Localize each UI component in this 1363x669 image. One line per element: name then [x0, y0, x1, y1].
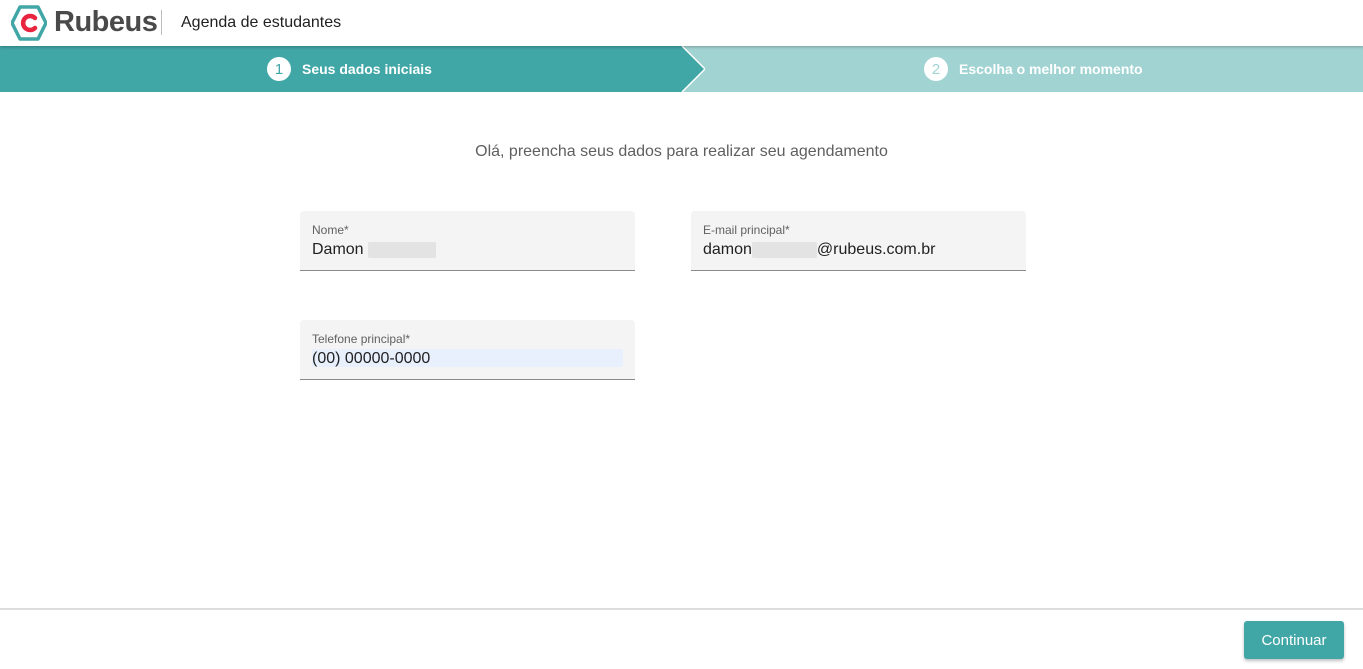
email-value-suffix: @rubeus.com.br	[816, 241, 936, 258]
app-title: Agenda de estudantes	[181, 14, 342, 31]
step-1-label: Seus dados iniciais	[302, 61, 432, 77]
email-field-value[interactable]: damon @rubeus.com.br	[703, 240, 935, 260]
step-2[interactable]: 2 Escolha o melhor momento	[924, 46, 1143, 92]
nome-field[interactable]: Nome* Damon	[300, 211, 635, 271]
nome-field-value[interactable]: Damon	[312, 240, 436, 260]
header-divider	[161, 10, 162, 35]
email-value-prefix: damon	[703, 241, 752, 258]
step-2-number: 2	[924, 57, 948, 81]
email-field-label: E-mail principal*	[703, 223, 790, 237]
redacted-email-part	[751, 242, 817, 258]
telefone-field-value[interactable]: (00) 00000-0000	[312, 349, 430, 369]
footer-divider	[0, 608, 1363, 610]
continue-button[interactable]: Continuar	[1244, 621, 1344, 659]
telefone-field[interactable]: Telefone principal* (00) 00000-0000	[300, 320, 635, 380]
step-1[interactable]: 1 Seus dados iniciais	[267, 46, 432, 92]
rubeus-logo-icon[interactable]	[11, 5, 47, 41]
app-header: Rubeus Agenda de estudantes	[0, 0, 1363, 46]
logo-text[interactable]: Rubeus	[54, 5, 158, 39]
form-intro-text: Olá, preencha seus dados para realizar s…	[475, 143, 888, 160]
email-field[interactable]: E-mail principal* damon @rubeus.com.br	[691, 211, 1026, 271]
nome-field-label: Nome*	[312, 223, 349, 237]
telefone-field-label: Telefone principal*	[312, 332, 411, 346]
nome-value-text: Damon	[312, 241, 364, 258]
step-2-label: Escolha o melhor momento	[959, 61, 1143, 77]
step-1-number: 1	[267, 57, 291, 81]
redacted-surname	[367, 242, 436, 258]
stepper: 1 Seus dados iniciais 2 Escolha o melhor…	[0, 46, 1363, 92]
